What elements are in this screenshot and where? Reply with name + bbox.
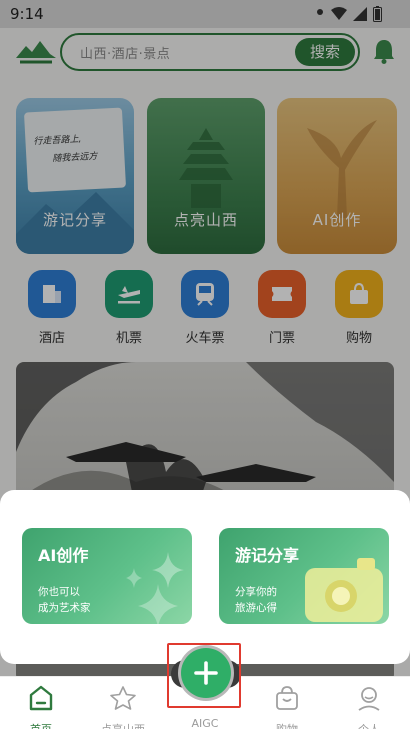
plus-icon (194, 661, 218, 685)
tab-home[interactable]: 首页 (6, 685, 76, 729)
shopping-bag-icon (276, 686, 298, 710)
star-icon (110, 686, 136, 710)
tab-shopping[interactable]: 购物 (252, 685, 322, 729)
tab-light-shanxi[interactable]: 点亮山西 (88, 685, 158, 729)
person-icon (358, 687, 380, 711)
popup-card-ai-creation[interactable]: AI创作 你也可以 成为艺术家 (22, 528, 192, 624)
tab-profile[interactable]: 个人 (334, 685, 404, 729)
tab-label: 个人 (334, 721, 404, 729)
ai-card-title: AI创作 (38, 546, 89, 565)
tab-label: 点亮山西 (88, 721, 158, 729)
popup-card-travel-notes[interactable]: 游记分享 分享你的 旅游心得 (219, 528, 389, 624)
camera-icon (305, 558, 383, 622)
create-popup-sheet: AI创作 你也可以 成为艺术家 游记分享 分享你的 旅游心得 (0, 490, 410, 664)
tab-label: AIGC (191, 717, 219, 729)
home-icon (29, 685, 53, 711)
travel-card-title: 游记分享 (235, 546, 300, 565)
create-plus-button[interactable] (181, 648, 231, 698)
tab-label: 首页 (6, 721, 76, 729)
sparkle-icon (126, 552, 184, 624)
tab-label: 购物 (252, 721, 322, 729)
